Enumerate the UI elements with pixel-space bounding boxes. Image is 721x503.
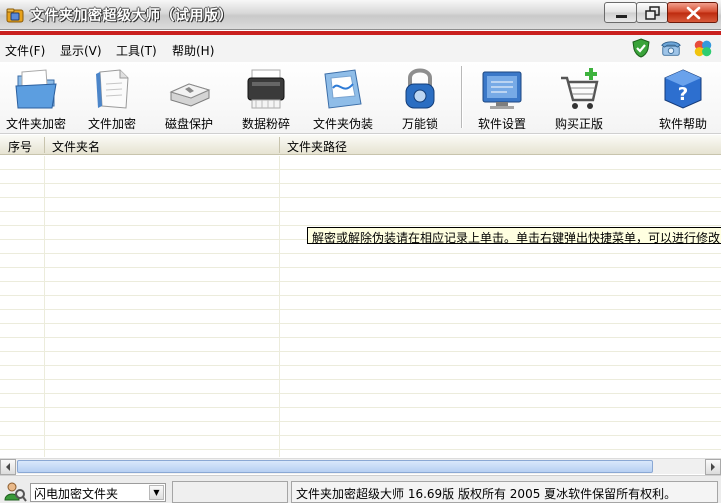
toolbar: 文件夹加密 文件加密 磁盘保护 数据粉碎 文件夹伪装 万能锁 软件设置 购买正版…	[0, 62, 721, 134]
toolbar-label: 磁盘保护	[164, 117, 213, 131]
close-button[interactable]	[667, 2, 718, 23]
column-header-folder-path[interactable]: 文件夹路径	[287, 138, 347, 155]
encrypt-mode-select[interactable]: 闪电加密文件夹 ▼	[30, 483, 166, 502]
user-search-icon[interactable]	[3, 480, 27, 502]
padlock-button[interactable]: 万能锁	[384, 62, 456, 134]
toolbar-label: 文件夹加密	[5, 117, 66, 131]
disk-protect-icon	[169, 83, 211, 107]
column-gridline	[44, 156, 45, 457]
toolbar-label: 软件帮助	[658, 117, 707, 131]
folder-encrypt-icon	[15, 69, 57, 109]
menu-view[interactable]: 显示(V)	[60, 42, 102, 59]
data-shred-icon	[247, 69, 285, 109]
menu-help[interactable]: 帮助(H)	[172, 42, 214, 59]
toolbar-label: 购买正版	[554, 117, 603, 131]
status-bar: 闪电加密文件夹 ▼ 文件夹加密超级大师 16.69版 版权所有 2005 夏冰软…	[0, 475, 721, 503]
arrow-right-icon	[711, 463, 715, 471]
copyright-text: 文件夹加密超级大师 16.69版 版权所有 2005 夏冰软件保留所有权利。	[291, 481, 718, 503]
close-icon	[686, 6, 701, 20]
folder-disguise-icon	[324, 69, 362, 109]
column-gridline	[279, 156, 280, 457]
column-divider[interactable]	[44, 137, 45, 153]
buy-button[interactable]: 购买正版	[543, 62, 615, 134]
encrypt-mode-value: 闪电加密文件夹	[34, 487, 119, 501]
disk-protect-button[interactable]: 磁盘保护	[153, 62, 225, 134]
folder-disguise-button[interactable]: 文件夹伪装	[307, 62, 379, 134]
svg-text:?: ?	[678, 84, 688, 105]
toolbar-label: 文件加密	[87, 117, 136, 131]
minimize-icon	[616, 15, 627, 18]
arrow-left-icon	[6, 463, 10, 471]
restore-icon	[645, 6, 660, 20]
menu-file[interactable]: 文件(F)	[5, 42, 45, 59]
help-button[interactable]: ? 软件帮助	[647, 62, 719, 134]
toolbar-label: 文件夹伪装	[312, 117, 373, 131]
file-encrypt-icon	[96, 69, 129, 109]
column-header-index[interactable]: 序号	[8, 138, 32, 155]
horizontal-scrollbar[interactable]	[0, 458, 721, 475]
toolbar-label: 数据粉碎	[241, 117, 290, 131]
file-encrypt-button[interactable]: 文件加密	[76, 62, 148, 134]
table-header: 序号 文件夹名 文件夹路径	[0, 135, 721, 155]
telephone-icon[interactable]	[660, 37, 682, 59]
scrollbar-thumb[interactable]	[17, 460, 653, 473]
menu-tools[interactable]: 工具(T)	[116, 42, 157, 59]
colorful-flower-icon[interactable]	[692, 37, 714, 59]
scroll-right-button[interactable]	[705, 459, 721, 475]
minimize-button[interactable]	[604, 2, 637, 23]
toolbar-label: 软件设置	[477, 117, 526, 131]
status-panel	[172, 481, 288, 503]
padlock-icon	[405, 68, 435, 109]
toolbar-label: 万能锁	[401, 117, 438, 131]
column-divider[interactable]	[279, 137, 280, 153]
data-shred-button[interactable]: 数据粉碎	[230, 62, 302, 134]
settings-icon	[482, 71, 522, 109]
scroll-left-button[interactable]	[0, 459, 16, 475]
menu-bar: 文件(F) 显示(V) 工具(T) 帮助(H)	[0, 35, 721, 62]
title-bar: 文件夹加密超级大师（试用版）	[0, 0, 721, 30]
shield-check-icon[interactable]	[630, 37, 652, 59]
help-icon: ?	[664, 69, 702, 109]
restore-button[interactable]	[636, 2, 668, 23]
settings-button[interactable]: 软件设置	[466, 62, 538, 134]
chevron-down-icon[interactable]: ▼	[149, 485, 164, 500]
shopping-cart-icon	[561, 68, 599, 109]
tooltip: 解密或解除伪装请在相应记录上单击。单击右键弹出快捷菜单，可以进行修改	[307, 227, 721, 244]
table-body[interactable]	[0, 156, 721, 457]
app-icon	[6, 8, 24, 23]
window-title: 文件夹加密超级大师（试用版）	[30, 8, 233, 24]
folder-encrypt-button[interactable]: 文件夹加密	[0, 62, 72, 134]
column-header-folder-name[interactable]: 文件夹名	[52, 138, 100, 155]
